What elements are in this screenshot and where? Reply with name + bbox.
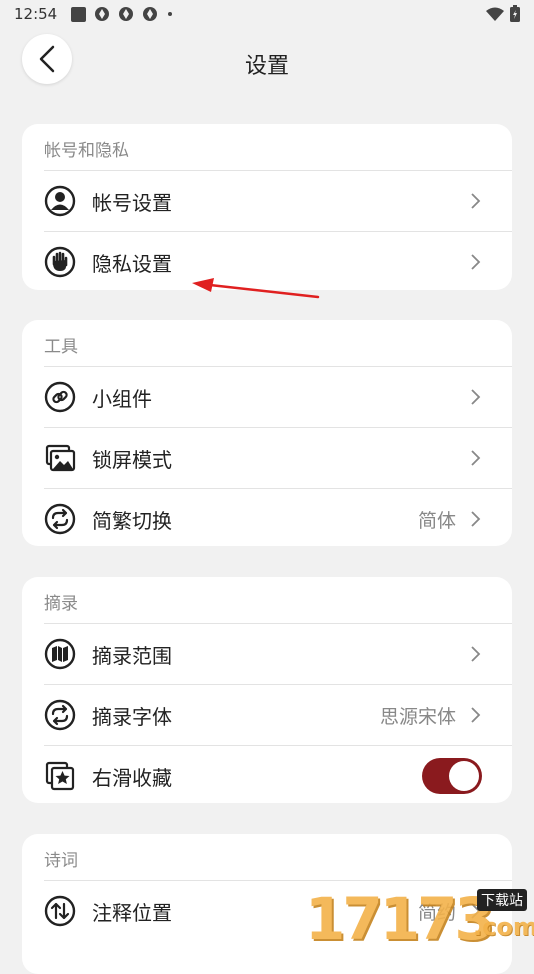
range-book-icon — [44, 638, 76, 670]
row-value: 简体 — [417, 509, 456, 532]
font-convert-icon — [44, 699, 76, 731]
chevron-right-icon — [471, 646, 481, 662]
more-notifications-dot — [168, 12, 173, 16]
toggle-knob — [449, 761, 479, 791]
notification-app-icon — [95, 7, 110, 21]
notification-square-icon — [71, 6, 87, 22]
section-title: 摘录 — [44, 594, 78, 614]
chevron-right-icon — [471, 450, 481, 466]
row-label: 摘录字体 — [92, 704, 172, 729]
excerpt-font-row[interactable]: 摘录字体 思源宋体 — [44, 684, 512, 745]
annotation-arrow — [192, 278, 320, 299]
chevron-right-icon — [471, 707, 481, 723]
row-label: 简繁切换 — [92, 508, 172, 533]
account-settings-row[interactable]: 帐号设置 — [44, 170, 512, 231]
convert-icon — [44, 503, 76, 535]
chevron-right-icon — [471, 193, 481, 209]
swipe-favorite-toggle[interactable] — [422, 758, 482, 794]
watermark: 17173 下载站 .com — [305, 885, 534, 953]
section-title: 工具 — [44, 337, 78, 357]
row-label: 右滑收藏 — [92, 765, 172, 790]
watermark-text: 17173 — [305, 885, 495, 953]
swipe-favorite-row: 右滑收藏 — [44, 745, 512, 806]
notification-app-icon — [119, 7, 134, 21]
lockscreen-image-icon — [44, 442, 76, 474]
simplified-traditional-row[interactable]: 简繁切换 简体 — [44, 488, 512, 549]
row-label: 隐私设置 — [92, 251, 172, 276]
row-label: 注释位置 — [92, 900, 172, 925]
section-account-privacy: 帐号和隐私 帐号设置 隐私设置 — [22, 124, 512, 290]
widget-row[interactable]: 小组件 — [44, 366, 512, 427]
wifi-icon — [486, 7, 504, 21]
section-title: 帐号和隐私 — [44, 141, 129, 161]
row-label: 帐号设置 — [92, 190, 172, 215]
row-label: 锁屏模式 — [92, 447, 172, 472]
chevron-right-icon — [471, 254, 481, 270]
notification-icons — [71, 6, 173, 22]
widget-link-icon — [44, 381, 76, 413]
status-bar: 12:54 — [0, 0, 534, 28]
section-excerpt: 摘录 摘录范围 摘录字体 思源宋体 右滑收藏 — [22, 577, 512, 803]
section-title: 诗词 — [44, 851, 78, 871]
account-icon — [44, 185, 76, 217]
row-label: 小组件 — [92, 386, 152, 411]
watermark-suffix: .com — [473, 913, 534, 941]
page-title: 设置 — [244, 54, 289, 79]
favorite-star-icon — [44, 760, 76, 792]
excerpt-range-row[interactable]: 摘录范围 — [44, 623, 512, 684]
status-time: 12:54 — [14, 5, 58, 23]
lockscreen-mode-row[interactable]: 锁屏模式 — [44, 427, 512, 488]
row-label: 摘录范围 — [92, 643, 172, 668]
position-swap-icon — [44, 895, 76, 927]
chevron-right-icon — [471, 389, 481, 405]
chevron-right-icon — [471, 511, 481, 527]
battery-icon — [510, 5, 520, 22]
header: 设置 — [0, 32, 534, 92]
section-tools: 工具 小组件 锁屏模式 简繁切换 简体 — [22, 320, 512, 546]
row-value: 思源宋体 — [379, 705, 456, 728]
privacy-hand-icon — [44, 246, 76, 278]
notification-app-icon — [143, 7, 158, 21]
watermark-tag: 下载站 — [477, 889, 527, 911]
